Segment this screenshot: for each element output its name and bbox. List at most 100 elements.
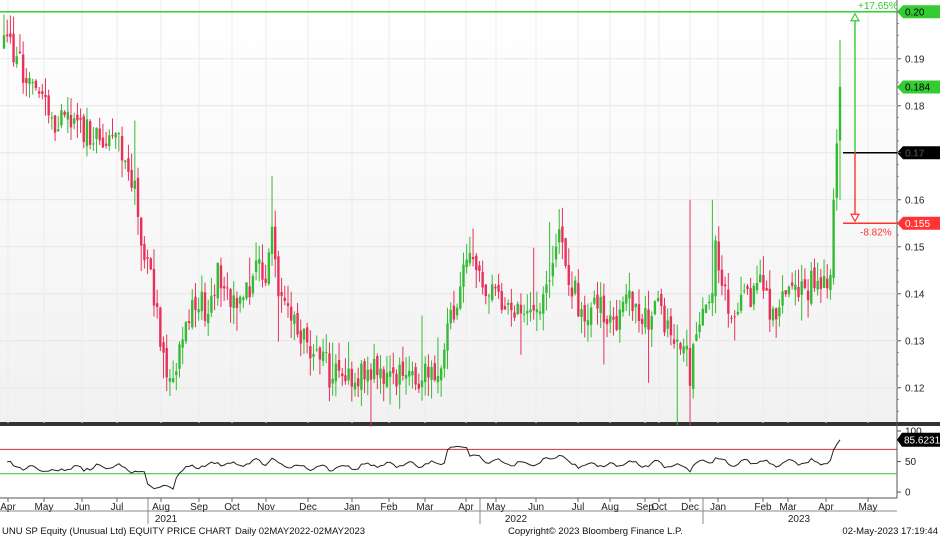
candle-body <box>37 91 41 94</box>
candle-body <box>34 80 38 89</box>
candle-body <box>280 292 283 296</box>
copyright-text: Copyright© 2023 Bloomberg Finance L.P. <box>508 526 683 537</box>
candle-body <box>133 180 137 189</box>
candle-body <box>408 370 411 377</box>
month-tick-label: May <box>35 502 54 513</box>
rsi-value-label: 85.6231 <box>904 435 940 446</box>
candle-body <box>797 286 800 298</box>
month-tick-label: Aug <box>152 502 170 513</box>
timestamp-text: 02-May-2023 17:19:44 <box>842 526 938 537</box>
candle-body <box>159 307 162 347</box>
candle-body <box>736 311 740 315</box>
candle-body <box>714 240 717 297</box>
candle-body <box>634 303 637 308</box>
price-tick-label: 0.14 <box>905 289 925 300</box>
candle-body <box>577 283 580 317</box>
rise-percent-label: +17.65% <box>858 1 898 12</box>
candle-body <box>302 328 306 340</box>
candle-body <box>548 280 551 282</box>
candle-body <box>621 301 625 313</box>
candle-body <box>162 342 165 353</box>
candle-body <box>356 378 360 387</box>
candle-body <box>695 334 698 341</box>
candle-body <box>337 360 341 371</box>
candle-body <box>47 95 50 116</box>
candle-body <box>274 226 277 260</box>
candle-body <box>264 278 267 283</box>
price-tick-label: 0.18 <box>905 101 925 112</box>
candle-body <box>350 368 354 387</box>
candle-body <box>430 367 433 380</box>
month-tick-label: Apr <box>818 502 834 513</box>
candle-body <box>9 33 12 38</box>
candle-body <box>251 276 255 294</box>
candle-body <box>586 320 590 326</box>
candle-body <box>806 290 810 301</box>
candle-body <box>72 118 76 124</box>
candle-body <box>650 316 653 330</box>
candle-body <box>545 284 548 293</box>
candle-body <box>328 353 331 388</box>
month-tick-label: Jan <box>344 502 360 513</box>
candle-body <box>321 351 325 362</box>
candle-body <box>194 296 197 310</box>
candle-body <box>669 316 673 336</box>
candle-body <box>618 309 622 330</box>
candle-body <box>822 276 826 288</box>
candle-body <box>369 369 373 380</box>
candle-body <box>436 375 440 383</box>
candle-body <box>296 312 299 335</box>
candle-body <box>478 265 481 271</box>
candle-body <box>535 309 539 313</box>
candle-body <box>248 286 251 298</box>
month-tick-label: May <box>859 502 878 513</box>
candle-body <box>443 349 446 369</box>
candle-body <box>774 308 778 320</box>
candle-body <box>2 35 6 49</box>
candle-body <box>647 309 650 330</box>
candle-body <box>723 284 727 287</box>
candle-body <box>733 316 736 318</box>
candle-body <box>784 290 787 295</box>
candle-body <box>341 373 344 377</box>
candle-body <box>181 339 184 348</box>
candle-body <box>360 363 363 390</box>
main-panel-background <box>0 0 897 423</box>
candle-body <box>494 286 497 289</box>
candle-body <box>558 229 561 243</box>
candle-body <box>334 363 338 382</box>
candle-body <box>388 371 392 377</box>
candle-body <box>526 311 529 314</box>
candle-body <box>707 301 711 304</box>
rsi-tick-label: 0 <box>905 488 911 499</box>
candle-body <box>698 324 701 333</box>
candle-body <box>155 303 159 307</box>
candle-body <box>704 304 708 313</box>
candle-body <box>200 291 204 312</box>
candle-body <box>459 286 462 309</box>
candle-body <box>76 114 79 121</box>
price-axis: 0.12 0.13 0.14 0.15 0.16 0.17 0.18 0.19 <box>897 11 925 412</box>
candle-body <box>679 343 682 350</box>
candle-body <box>226 287 229 289</box>
candle-body <box>219 265 223 289</box>
month-tick-label: Jul <box>111 502 124 513</box>
candle-body <box>92 143 95 145</box>
month-tick-label: Jun <box>74 502 90 513</box>
candle-body <box>261 262 264 280</box>
candle-body <box>752 285 756 305</box>
candle-body <box>267 252 271 284</box>
candle-body <box>803 279 807 289</box>
candle-body <box>101 137 105 148</box>
candle-body <box>305 327 309 343</box>
candle-body <box>353 382 357 390</box>
candle-body <box>69 115 73 128</box>
candle-body <box>149 258 152 270</box>
candle-body <box>245 282 248 299</box>
candle-body <box>743 290 746 292</box>
candle-body <box>835 143 839 198</box>
price-tick-label: 0.17 <box>905 148 925 159</box>
candle-body <box>18 51 22 54</box>
candle-body <box>398 364 401 385</box>
candle-body <box>50 117 54 119</box>
